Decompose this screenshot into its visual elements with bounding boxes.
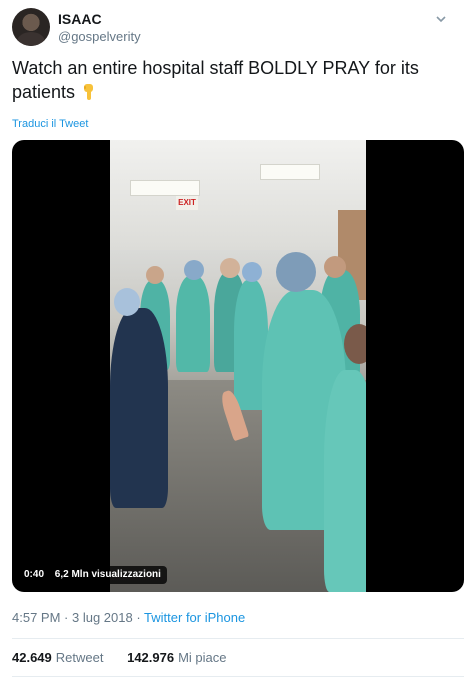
- chevron-down-icon[interactable]: [434, 12, 448, 26]
- separator: ·: [132, 610, 145, 625]
- staff-head: [344, 324, 366, 364]
- staff-figure-front: [324, 370, 366, 592]
- tweet-stats: 42.649 Retweet 142.976 Mi piace: [12, 650, 247, 665]
- avatar-figure: [17, 32, 45, 46]
- staff-figure: [176, 276, 210, 372]
- author-display-name[interactable]: ISAAC: [58, 10, 141, 28]
- tweet-text-body: Watch an entire hospital staff BOLDLY PR…: [12, 58, 419, 102]
- video-info-badge: 0:40 6,2 Mln visualizzazioni: [18, 566, 167, 584]
- ceiling-light: [260, 164, 320, 180]
- likes-label: Mi piace: [178, 650, 227, 665]
- tweet-text: Watch an entire hospital staff BOLDLY PR…: [12, 56, 452, 104]
- retweets-stat[interactable]: 42.649 Retweet: [12, 650, 107, 665]
- divider: [12, 676, 464, 677]
- divider: [12, 638, 464, 639]
- staff-head-cap: [276, 252, 316, 292]
- staff-head: [114, 288, 140, 316]
- author-handle[interactable]: @gospelverity: [58, 28, 141, 45]
- staff-head: [184, 260, 204, 280]
- video-frame[interactable]: EXIT: [110, 140, 366, 592]
- avatar[interactable]: [12, 8, 50, 46]
- staff-head: [324, 256, 346, 278]
- tweet-card: ISAAC @gospelverity Watch an entire hosp…: [0, 0, 476, 680]
- likes-stat[interactable]: 142.976 Mi piace: [127, 650, 226, 665]
- tweet-header: ISAAC @gospelverity: [12, 8, 452, 48]
- staff-head: [242, 262, 262, 282]
- author-names: ISAAC @gospelverity: [58, 10, 141, 45]
- video-duration: 0:40: [24, 569, 45, 580]
- tweet-source-link[interactable]: Twitter for iPhone: [144, 610, 245, 625]
- tweet-time[interactable]: 4:57 PM: [12, 610, 60, 625]
- separator: ·: [60, 610, 72, 625]
- translate-link[interactable]: Traduci il Tweet: [12, 118, 88, 130]
- retweets-count: 42.649: [12, 650, 52, 665]
- pointing-down-hand-emoji-icon: [84, 84, 94, 100]
- ceiling-light: [130, 180, 200, 196]
- staff-head: [146, 266, 164, 284]
- likes-count: 142.976: [127, 650, 175, 665]
- video-player[interactable]: EXIT 0:40 6,2 Mln visualizzazioni: [12, 140, 464, 592]
- staff-figure-navy: [110, 308, 168, 508]
- retweets-label: Retweet: [55, 650, 104, 665]
- staff-head: [220, 258, 240, 278]
- exit-sign: EXIT: [176, 196, 198, 210]
- tweet-metadata: 4:57 PM · 3 lug 2018 · Twitter for iPhon…: [12, 610, 245, 625]
- video-views: 6,2 Mln visualizzazioni: [54, 569, 161, 580]
- tweet-date[interactable]: 3 lug 2018: [72, 610, 133, 625]
